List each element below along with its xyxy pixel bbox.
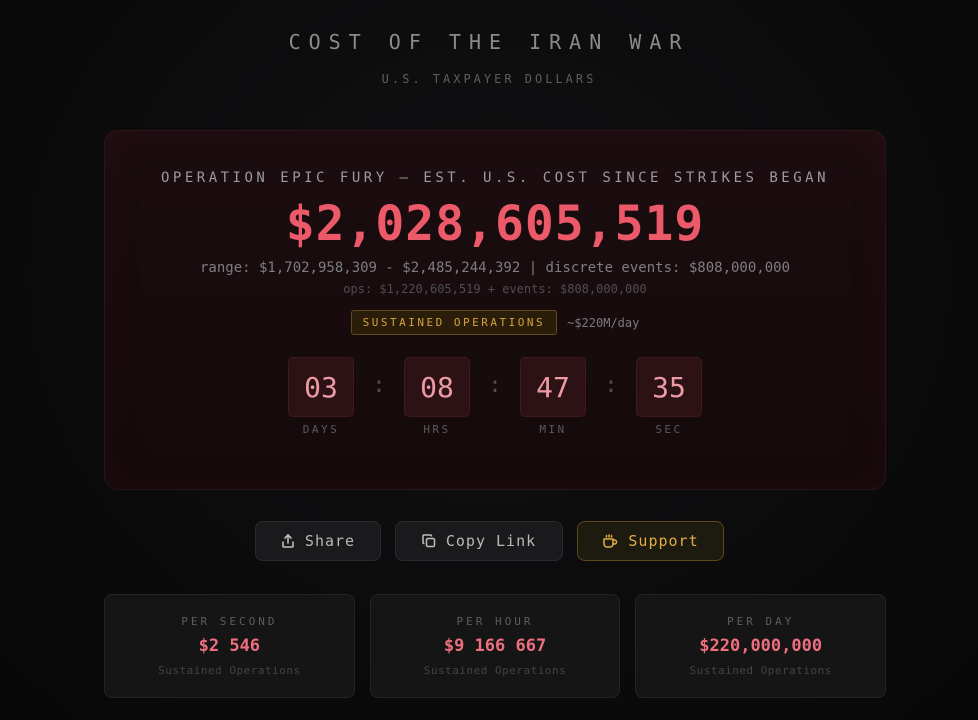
coffee-icon: [601, 533, 619, 549]
support-button[interactable]: Support: [576, 521, 724, 561]
stat-label: PER DAY: [727, 615, 795, 628]
time-separator: :: [604, 373, 618, 398]
support-label: Support: [628, 532, 699, 550]
elapsed-time-counter: 03 DAYS : 08 HRS : 47 MIN : 35 SEC: [105, 357, 885, 436]
time-separator: :: [372, 373, 386, 398]
stat-value: $220,000,000: [699, 636, 823, 656]
status-badge: SUSTAINED OPERATIONS: [350, 310, 558, 335]
action-buttons: Share Copy Link Support: [0, 521, 978, 561]
operation-heading: OPERATION EPIC FURY — EST. U.S. COST SIN…: [160, 170, 829, 186]
per-second-card: PER SECOND $2 546 Sustained Operations: [104, 594, 355, 698]
page-subtitle: U.S. TAXPAYER DOLLARS: [381, 72, 597, 86]
seconds-value: 35: [636, 357, 702, 417]
status-row: SUSTAINED OPERATIONS ~$220M/day: [105, 310, 885, 335]
cost-range-text: range: $1,702,958,309 - $2,485,244,392 |…: [199, 260, 790, 276]
page-header: COST OF THE IRAN WAR U.S. TAXPAYER DOLLA…: [0, 30, 978, 86]
minutes-unit: 47 MIN: [519, 357, 587, 436]
cost-summary-card: OPERATION EPIC FURY — EST. U.S. COST SIN…: [104, 130, 886, 490]
stat-subtitle: Sustained Operations: [423, 664, 567, 677]
hours-value: 08: [404, 357, 470, 417]
days-value: 03: [288, 357, 354, 417]
seconds-unit: 35 SEC: [635, 357, 703, 436]
total-cost-value: $2,028,605,519: [285, 196, 705, 252]
per-day-card: PER DAY $220,000,000 Sustained Operation…: [635, 594, 887, 698]
page-title: COST OF THE IRAN WAR: [288, 30, 690, 54]
daily-rate-text: ~$220M/day: [567, 315, 640, 330]
minutes-label: MIN: [539, 423, 567, 436]
stat-label: PER SECOND: [181, 615, 278, 628]
per-hour-card: PER HOUR $9 166 667 Sustained Operations: [369, 594, 621, 698]
time-separator: :: [488, 373, 502, 398]
share-label: Share: [304, 532, 356, 550]
share-icon: [280, 533, 296, 549]
hours-unit: 08 HRS: [403, 357, 471, 436]
stat-value: $9 166 667: [443, 636, 547, 656]
minutes-value: 47: [520, 357, 586, 417]
stat-subtitle: Sustained Operations: [158, 664, 301, 677]
days-unit: 03 DAYS: [287, 357, 355, 436]
days-label: DAYS: [302, 423, 340, 436]
stat-label: PER HOUR: [456, 615, 534, 628]
stat-subtitle: Sustained Operations: [689, 664, 832, 677]
copy-link-label: Copy Link: [445, 532, 537, 550]
share-button[interactable]: Share: [254, 521, 381, 561]
ops-events-breakdown: ops: $1,220,605,519 + events: $808,000,0…: [343, 282, 647, 296]
copy-link-button[interactable]: Copy Link: [394, 521, 563, 561]
hours-label: HRS: [423, 423, 451, 436]
stat-value: $2 546: [198, 636, 261, 656]
copy-icon: [421, 533, 437, 549]
rate-stats-row: PER SECOND $2 546 Sustained Operations P…: [104, 594, 887, 698]
seconds-label: SEC: [655, 423, 683, 436]
